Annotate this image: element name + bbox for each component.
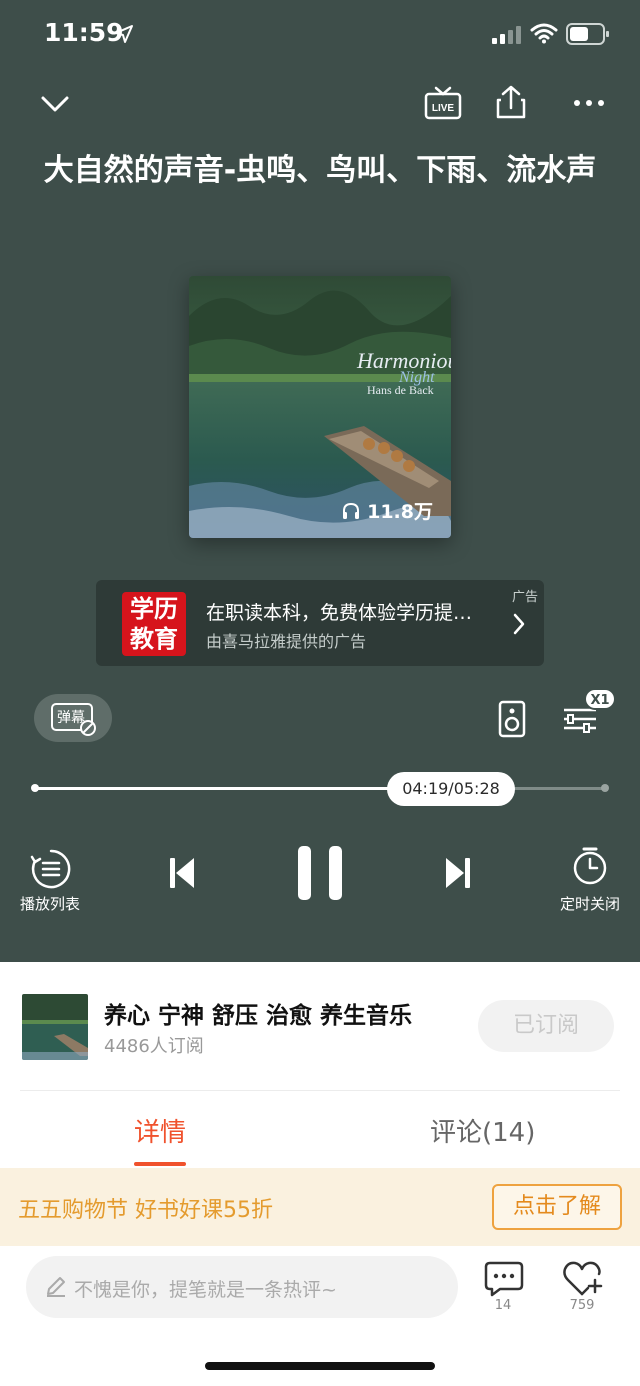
timer-icon[interactable] (572, 846, 608, 886)
pencil-icon (47, 1277, 65, 1297)
album-name: 养心 宁神 舒压 治愈 养生音乐 (104, 1003, 413, 1029)
ad-logo-line2: 教育 (130, 625, 178, 653)
comment-icon[interactable] (484, 1260, 524, 1298)
comment-input[interactable]: 不愧是你，提笔就是一条热评~ (26, 1256, 458, 1318)
ad-logo-line1: 学历 (130, 595, 178, 623)
progress-track[interactable] (34, 787, 606, 790)
comment-bar: 不愧是你，提笔就是一条热评~ 14 759 (0, 1246, 640, 1386)
ad-logo: 学历 教育 (122, 592, 186, 656)
location-arrow-icon (115, 25, 133, 43)
ad-tag: 广告 (511, 590, 538, 605)
ad-banner[interactable]: 学历 教育 广告 在职读本科，免费体验学历提… 由喜马拉雅提供的广告 (96, 580, 544, 666)
battery-icon (566, 23, 609, 45)
track-title: 大自然的声音-虫鸣、鸟叫、下雨、流水声 (43, 153, 597, 188)
wifi-icon (530, 23, 558, 44)
cellular-signal-icon (492, 26, 521, 44)
ad-title: 在职读本科，免费体验学历提… (206, 602, 473, 624)
album-row[interactable]: 养心 宁神 舒压 治愈 养生音乐 4486人订阅 已订阅 (0, 962, 640, 1092)
album-subscriber-count: 4486人订阅 (104, 1036, 204, 1057)
promo-banner: 五五购物节 好书好课55折 点击了解 (0, 1168, 640, 1246)
danmu-label: 弹幕 (57, 710, 85, 726)
cover-art: Harmonious Night Hans de Back 11.8万 (189, 276, 451, 538)
promo-text: 五五购物节 好书好课55折 (18, 1198, 273, 1223)
tab-active-indicator (134, 1162, 186, 1166)
divider (20, 1090, 620, 1091)
next-icon[interactable] (444, 856, 472, 890)
home-indicator (205, 1362, 435, 1370)
timer-label[interactable]: 定时关闭 (554, 893, 626, 914)
tab-comments[interactable]: 评论(14) (430, 1112, 535, 1149)
playlist-label[interactable]: 播放列表 (14, 893, 86, 914)
album-thumbnail (22, 994, 88, 1060)
play-count: 11.8万 (341, 497, 433, 524)
speaker-icon[interactable] (498, 700, 526, 738)
heart-plus-icon[interactable] (562, 1260, 604, 1298)
share-icon[interactable] (494, 84, 528, 120)
previous-icon[interactable] (168, 856, 196, 890)
chevron-right-icon (513, 613, 525, 635)
live-icon[interactable]: LIVE (424, 86, 462, 122)
progress-start-dot (31, 784, 39, 792)
chevron-down-icon[interactable] (40, 92, 70, 116)
status-time: 11:59 (44, 18, 124, 47)
comment-count: 14 (494, 1298, 512, 1313)
headphones-icon (343, 502, 360, 519)
cover-artist: Hans de Back (367, 383, 434, 397)
player-screen: 11:59 LIVE 大自然的声音-虫鸣、鸟叫、下雨、流水声 Harmonio … (0, 0, 640, 962)
progress-end-dot (601, 784, 609, 792)
like-count: 759 (569, 1298, 595, 1313)
ad-subtitle: 由喜马拉雅提供的广告 (206, 632, 367, 651)
playlist-icon[interactable] (30, 848, 72, 890)
comment-placeholder: 不愧是你，提笔就是一条热评~ (74, 1279, 337, 1301)
danmu-toggle-button[interactable]: 弹幕 (34, 694, 112, 742)
danmu-icon: 弹幕 (51, 703, 96, 736)
more-icon[interactable] (572, 98, 606, 108)
tab-detail[interactable]: 详情 (134, 1112, 186, 1149)
live-text: LIVE (432, 103, 455, 114)
play-count-text: 11.8万 (367, 501, 433, 523)
status-bar: 11:59 (0, 0, 640, 70)
speed-badge[interactable]: X1 (584, 688, 616, 710)
promo-button[interactable]: 点击了解 (492, 1184, 622, 1230)
subscribed-button[interactable]: 已订阅 (478, 1000, 614, 1052)
tab-bar: 详情 评论(14) (0, 1092, 640, 1168)
pause-icon[interactable] (296, 844, 344, 902)
progress-time-handle[interactable]: 04:19/05:28 (387, 772, 515, 806)
